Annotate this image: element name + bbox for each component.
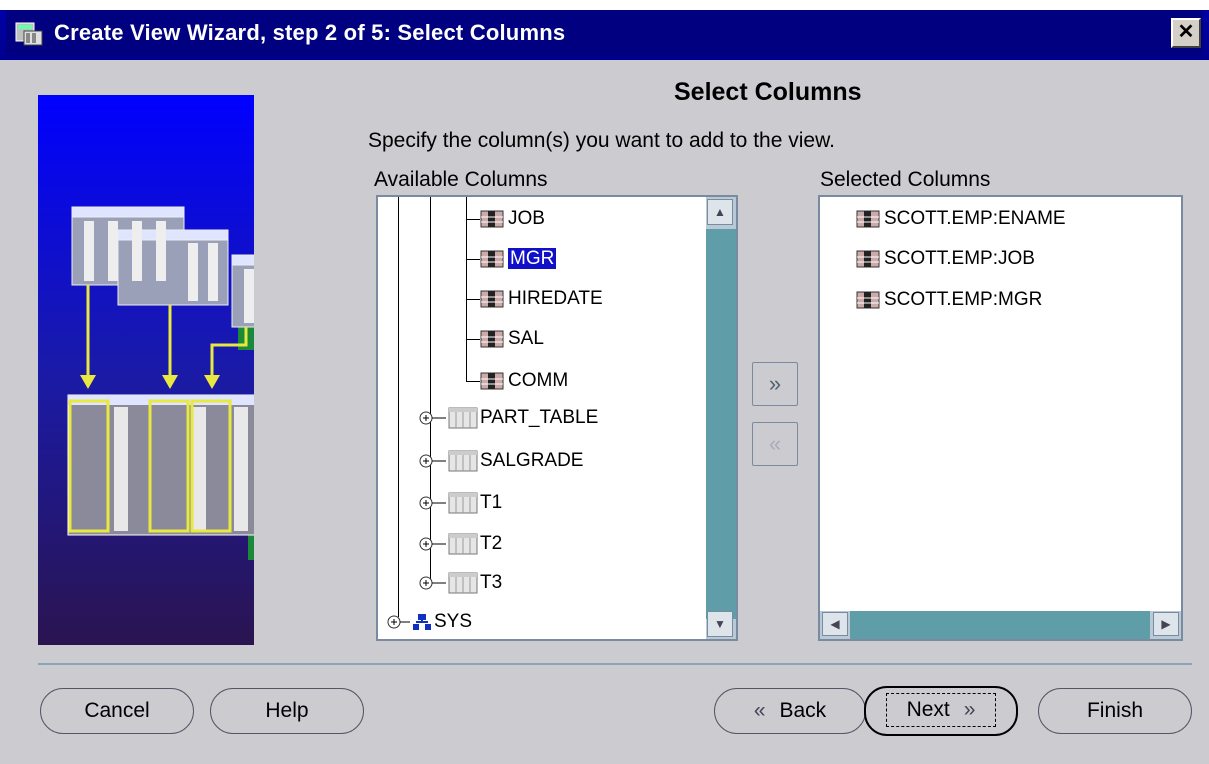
- wizard-illustration: [38, 95, 254, 645]
- tree-branch: [466, 219, 480, 220]
- table-label: T3: [480, 572, 503, 593]
- window-title: Create View Wizard, step 2 of 5: Select …: [54, 20, 566, 45]
- column-node-comm[interactable]: COMM: [480, 368, 568, 394]
- back-button-label: Back: [779, 699, 827, 722]
- remove-column-button[interactable]: «: [752, 422, 798, 466]
- selected-item-ename[interactable]: SCOTT.EMP:ENAME: [856, 206, 1066, 232]
- page-heading: Select Columns: [674, 78, 862, 106]
- column-node-mgr[interactable]: MGR: [480, 246, 557, 272]
- column-label: JOB: [508, 208, 545, 229]
- column-label: SAL: [508, 328, 544, 349]
- column-icon: [480, 210, 504, 228]
- column-label-selected: MGR: [508, 248, 557, 269]
- tree-branch: [466, 339, 480, 340]
- table-label: T2: [480, 533, 503, 554]
- button-separator: [38, 663, 1192, 665]
- available-columns-label: Available Columns: [374, 168, 548, 191]
- column-icon: [856, 291, 880, 309]
- cancel-button-label: Cancel: [84, 699, 150, 722]
- schema-node-sys[interactable]: SYS: [386, 609, 472, 635]
- table-node-salgrade[interactable]: SALGRADE: [418, 448, 583, 474]
- table-icon: [448, 492, 478, 514]
- table-label: PART_TABLE: [480, 407, 599, 428]
- expand-plus-icon[interactable]: [386, 612, 410, 632]
- selected-item-label: SCOTT.EMP:MGR: [884, 289, 1043, 310]
- scroll-left-arrow-icon[interactable]: ◀: [822, 612, 848, 636]
- table-node-part-table[interactable]: PART_TABLE: [418, 405, 598, 431]
- scroll-thumb[interactable]: [850, 611, 1150, 639]
- column-label: HIREDATE: [508, 288, 603, 309]
- column-node-hiredate[interactable]: HIREDATE: [480, 286, 603, 312]
- column-node-job[interactable]: JOB: [480, 206, 545, 232]
- column-icon: [856, 210, 880, 228]
- title-bar: Create View Wizard, step 2 of 5: Select …: [0, 0, 1209, 60]
- expand-plus-icon[interactable]: [418, 451, 446, 471]
- next-focus-ring: Next »: [885, 693, 997, 727]
- schema-label: SYS: [434, 611, 473, 632]
- instruction-text: Specify the column(s) you want to add to…: [368, 129, 835, 152]
- selected-item-label: SCOTT.EMP:ENAME: [884, 208, 1066, 229]
- close-button[interactable]: ✕: [1171, 18, 1201, 48]
- tree-branch: [466, 381, 480, 382]
- table-icon: [448, 533, 478, 555]
- selected-columns-list[interactable]: SCOTT.EMP:ENAME SCOTT.EMP:JOB SCOTT.EMP:…: [818, 195, 1183, 641]
- column-label: COMM: [508, 370, 569, 391]
- table-icon: [448, 572, 478, 594]
- scroll-up-arrow-icon[interactable]: ▲: [707, 199, 733, 225]
- available-vertical-scrollbar[interactable]: ▲ ▼: [706, 197, 736, 639]
- tree-line: [430, 197, 431, 582]
- back-button[interactable]: « Back: [714, 688, 866, 734]
- expand-plus-icon[interactable]: [418, 573, 446, 593]
- tree-line: [466, 197, 467, 382]
- expand-plus-icon[interactable]: [418, 408, 446, 428]
- finish-button[interactable]: Finish: [1038, 688, 1192, 734]
- chevron-right-icon: »: [963, 698, 976, 721]
- wizard-window: Create View Wizard, step 2 of 5: Select …: [0, 0, 1209, 764]
- chevron-left-icon: «: [753, 699, 766, 722]
- wizard-app-icon: [15, 22, 43, 46]
- help-button[interactable]: Help: [210, 688, 364, 734]
- table-label: SALGRADE: [480, 450, 584, 471]
- next-button[interactable]: Next »: [864, 686, 1018, 736]
- scroll-down-arrow-icon[interactable]: ▼: [707, 611, 733, 637]
- tree-branch: [466, 259, 480, 260]
- add-column-button[interactable]: »: [752, 362, 798, 406]
- cancel-button[interactable]: Cancel: [40, 688, 194, 734]
- column-icon: [856, 250, 880, 268]
- table-node-t3[interactable]: T3: [418, 570, 502, 596]
- column-icon: [480, 290, 504, 308]
- schema-icon: [413, 613, 431, 630]
- selected-item-job[interactable]: SCOTT.EMP:JOB: [856, 246, 1035, 272]
- column-icon: [480, 330, 504, 348]
- column-node-sal[interactable]: SAL: [480, 326, 544, 352]
- finish-button-label: Finish: [1086, 699, 1144, 722]
- scroll-right-arrow-icon[interactable]: ▶: [1153, 612, 1179, 636]
- table-icon: [448, 407, 478, 429]
- selected-item-label: SCOTT.EMP:JOB: [884, 248, 1035, 269]
- table-icon: [448, 450, 478, 472]
- column-icon: [480, 250, 504, 268]
- table-node-t2[interactable]: T2: [418, 531, 502, 557]
- selected-horizontal-scrollbar[interactable]: ◀ ▶: [820, 611, 1181, 639]
- expand-plus-icon[interactable]: [418, 534, 446, 554]
- tree-branch: [466, 299, 480, 300]
- selected-item-mgr[interactable]: SCOTT.EMP:MGR: [856, 287, 1042, 313]
- next-button-label: Next: [906, 698, 950, 721]
- column-icon: [480, 372, 504, 390]
- selected-columns-label: Selected Columns: [820, 168, 991, 191]
- help-button-label: Help: [265, 699, 309, 722]
- available-columns-tree[interactable]: JOB MGR HIREDATE SAL COMM PART_TABLE SAL…: [376, 195, 738, 641]
- table-label: T1: [480, 492, 503, 513]
- tree-line: [398, 197, 399, 617]
- table-node-t1[interactable]: T1: [418, 490, 502, 516]
- expand-plus-icon[interactable]: [418, 493, 446, 513]
- scroll-thumb[interactable]: [706, 229, 736, 619]
